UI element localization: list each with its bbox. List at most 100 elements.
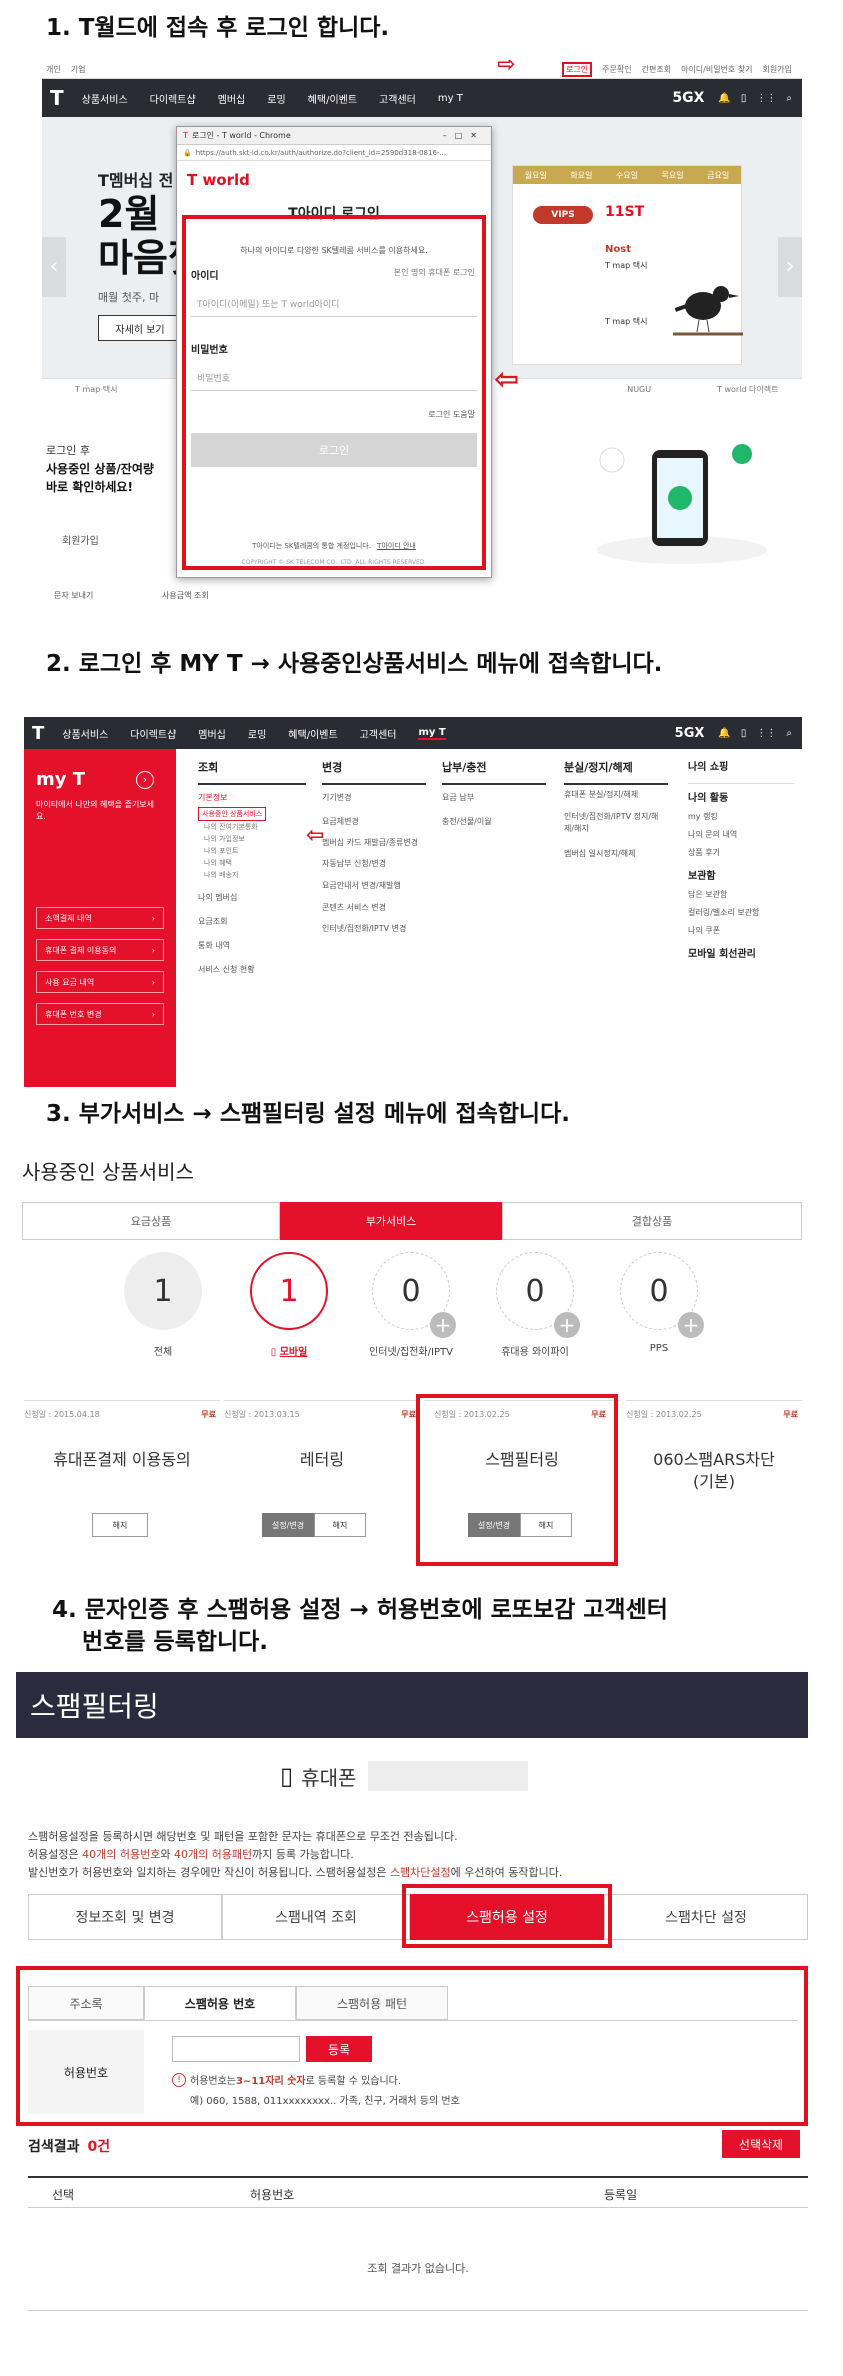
menu-item[interactable]: 서비스 신청 현황 [198,961,306,979]
side-btn-usage[interactable]: 사용 요금 내역 › [36,971,164,993]
menu-item[interactable]: 멤버십 일시정지/해제 [564,845,668,863]
promo-sms[interactable]: 문자 보내기 [54,590,93,601]
tab-plans[interactable]: 요금상품 [22,1202,280,1240]
menu-item[interactable]: 요금안내서 변경/재발행 [322,877,426,895]
plus-icon[interactable]: + [678,1312,704,1338]
tab-history[interactable]: 스팸내역 조회 [222,1894,410,1940]
plus-icon[interactable]: + [430,1312,456,1338]
nav-products[interactable]: 상품서비스 [62,726,108,741]
menu-item[interactable]: 나의 문의 내역 [688,826,794,844]
menu-item[interactable]: 멤버십 카드 재발급/종류변경 [322,837,426,849]
bell-icon[interactable]: 🔔 [718,728,730,739]
util-quick[interactable]: 간편조회 [642,64,671,75]
menu-line-manage[interactable]: 모바일 회선관리 [688,946,794,964]
cancel-button[interactable]: 해지 [92,1513,148,1537]
t-logo-icon[interactable]: T [32,723,44,744]
menu-item[interactable]: 컬러링/벨소리 보관함 [688,904,794,922]
menu-item[interactable]: 나의 멤버십 [198,889,306,907]
menu-grid-icon[interactable]: ⋮⋮ [756,728,776,739]
window-controls-icon[interactable]: –□✕ [443,131,485,140]
menu-storage[interactable]: 보관함 [688,868,794,886]
menu-item[interactable]: 휴대폰 분실/정지/해제 [564,789,668,801]
menu-basic-info[interactable]: 기본정보 [198,789,306,807]
menu-item[interactable]: 담은 보관함 [688,886,794,904]
tab-item[interactable]: NUGU [585,379,694,400]
counter-mobile[interactable]: 1 [250,1252,328,1330]
register-button[interactable]: 등록 [306,2036,372,2062]
util-personal[interactable]: 개인 [46,64,61,75]
side-btn-number[interactable]: 휴대폰 번호 변경 › [36,1003,164,1025]
bell-icon[interactable]: 🔔 [718,93,730,104]
util-login[interactable]: 로그인 [562,61,593,77]
search-icon[interactable]: ⌕ [786,728,792,739]
menu-item[interactable]: 자동납부 신청/변경 [322,855,426,873]
allow-number-input[interactable] [172,2036,300,2062]
tab-bundles[interactable]: 결합상품 [502,1202,802,1240]
nav-roaming[interactable]: 로밍 [267,91,285,106]
menu-sub[interactable]: 나의 배송지 [198,869,306,881]
menu-item[interactable]: 요금조회 [198,913,306,931]
nav-products[interactable]: 상품서비스 [82,91,128,106]
nav-support[interactable]: 고객센터 [360,726,397,741]
nav-membership[interactable]: 멤버십 [198,726,226,741]
nav-direct[interactable]: 다이렉트샵 [130,726,176,741]
tab-info[interactable]: 정보조회 및 변경 [28,1894,222,1940]
col-date[interactable]: 등록일 [604,2186,637,2203]
delete-selected-button[interactable]: 선택삭제 [722,2130,800,2158]
promo-usage[interactable]: 사용금액 조회 [162,590,209,601]
cancel-button[interactable]: 해지 [314,1513,366,1537]
nav-roaming[interactable]: 로밍 [248,726,266,741]
menu-item[interactable]: 인터넷/집전화/IPTV 변경 [322,923,426,935]
util-order[interactable]: 주문확인 [602,64,631,75]
t-logo-icon[interactable]: T [50,86,64,110]
util-join[interactable]: 회원가입 [763,64,792,75]
tab-block-settings[interactable]: 스팸차단 설정 [604,1894,808,1940]
menu-item[interactable]: 상품 후기 [688,844,794,862]
util-find[interactable]: 아이디/비밀번호 찾기 [681,64,752,75]
nav-myt[interactable]: my T [418,727,446,740]
menu-activity[interactable]: 나의 활동 [688,790,794,808]
menu-sub[interactable]: 나의 혜택 [198,857,306,869]
subtab-allow-pattern[interactable]: 스팸허용 패턴 [296,1986,448,2020]
tab-item[interactable]: T map 택시 [42,379,151,400]
side-btn-pay-consent[interactable]: 휴대폰 결제 이용동의 › [36,939,164,961]
nav-benefits[interactable]: 혜택/이벤트 [308,91,357,106]
col-select[interactable]: 선택 [52,2186,74,2203]
menu-item[interactable]: 통화 내역 [198,937,306,955]
side-btn-micropay[interactable]: 소액결제 내역 › [36,907,164,929]
nav-membership[interactable]: 멤버십 [218,91,246,106]
bookmark-icon[interactable]: ▯ [741,93,747,104]
menu-item[interactable]: 요금 납부 [442,789,546,807]
menu-item[interactable]: 인터넷/집전화/IPTV 정지/해제/해지 [564,811,668,835]
menu-item[interactable]: 나의 쿠폰 [688,922,794,940]
menu-item[interactable]: 기기변경 [322,789,426,807]
tab-addons[interactable]: 부가서비스 [280,1202,502,1240]
menu-grid-icon[interactable]: ⋮⋮ [756,93,776,104]
nav-support[interactable]: 고객센터 [379,91,416,106]
search-icon[interactable]: ⌕ [786,93,792,104]
menu-subscribed-services[interactable]: 사용중인 상품서비스 [198,807,267,821]
next-slide-icon[interactable]: › [778,237,802,297]
promo-join[interactable]: 회원가입 [62,532,99,547]
tab-item[interactable]: T world 다이렉트 [693,379,802,400]
menu-sub[interactable]: 나의 포인트 [198,845,306,857]
menu-item[interactable]: my 랭킹 [688,808,794,826]
hero-detail-button[interactable]: 자세히 보기 [98,315,182,341]
tab-item[interactable] [476,379,585,400]
menu-sub[interactable]: 나의 잔여기본통화 [198,821,306,833]
plus-icon[interactable]: + [554,1312,580,1338]
chevron-right-icon[interactable]: › [136,771,154,789]
settings-button[interactable]: 설정/변경 [262,1513,314,1537]
nav-benefits[interactable]: 혜택/이벤트 [288,726,337,741]
menu-item[interactable]: 콘텐츠 서비스 변경 [322,899,426,917]
menu-item[interactable]: 요금제변경 [322,813,426,831]
counter-all[interactable]: 1 [124,1252,202,1330]
subtab-allow-number[interactable]: 스팸허용 번호 [144,1986,296,2020]
prev-slide-icon[interactable]: ‹ [42,237,66,297]
menu-sub[interactable]: 나의 가입정보 [198,833,306,845]
menu-shopping[interactable]: 나의 쇼핑 [688,759,794,784]
bookmark-icon[interactable]: ▯ [741,728,747,739]
nav-myt[interactable]: my T [438,93,463,104]
subtab-contacts[interactable]: 주소록 [28,1986,144,2020]
nav-direct[interactable]: 다이렉트샵 [150,91,196,106]
